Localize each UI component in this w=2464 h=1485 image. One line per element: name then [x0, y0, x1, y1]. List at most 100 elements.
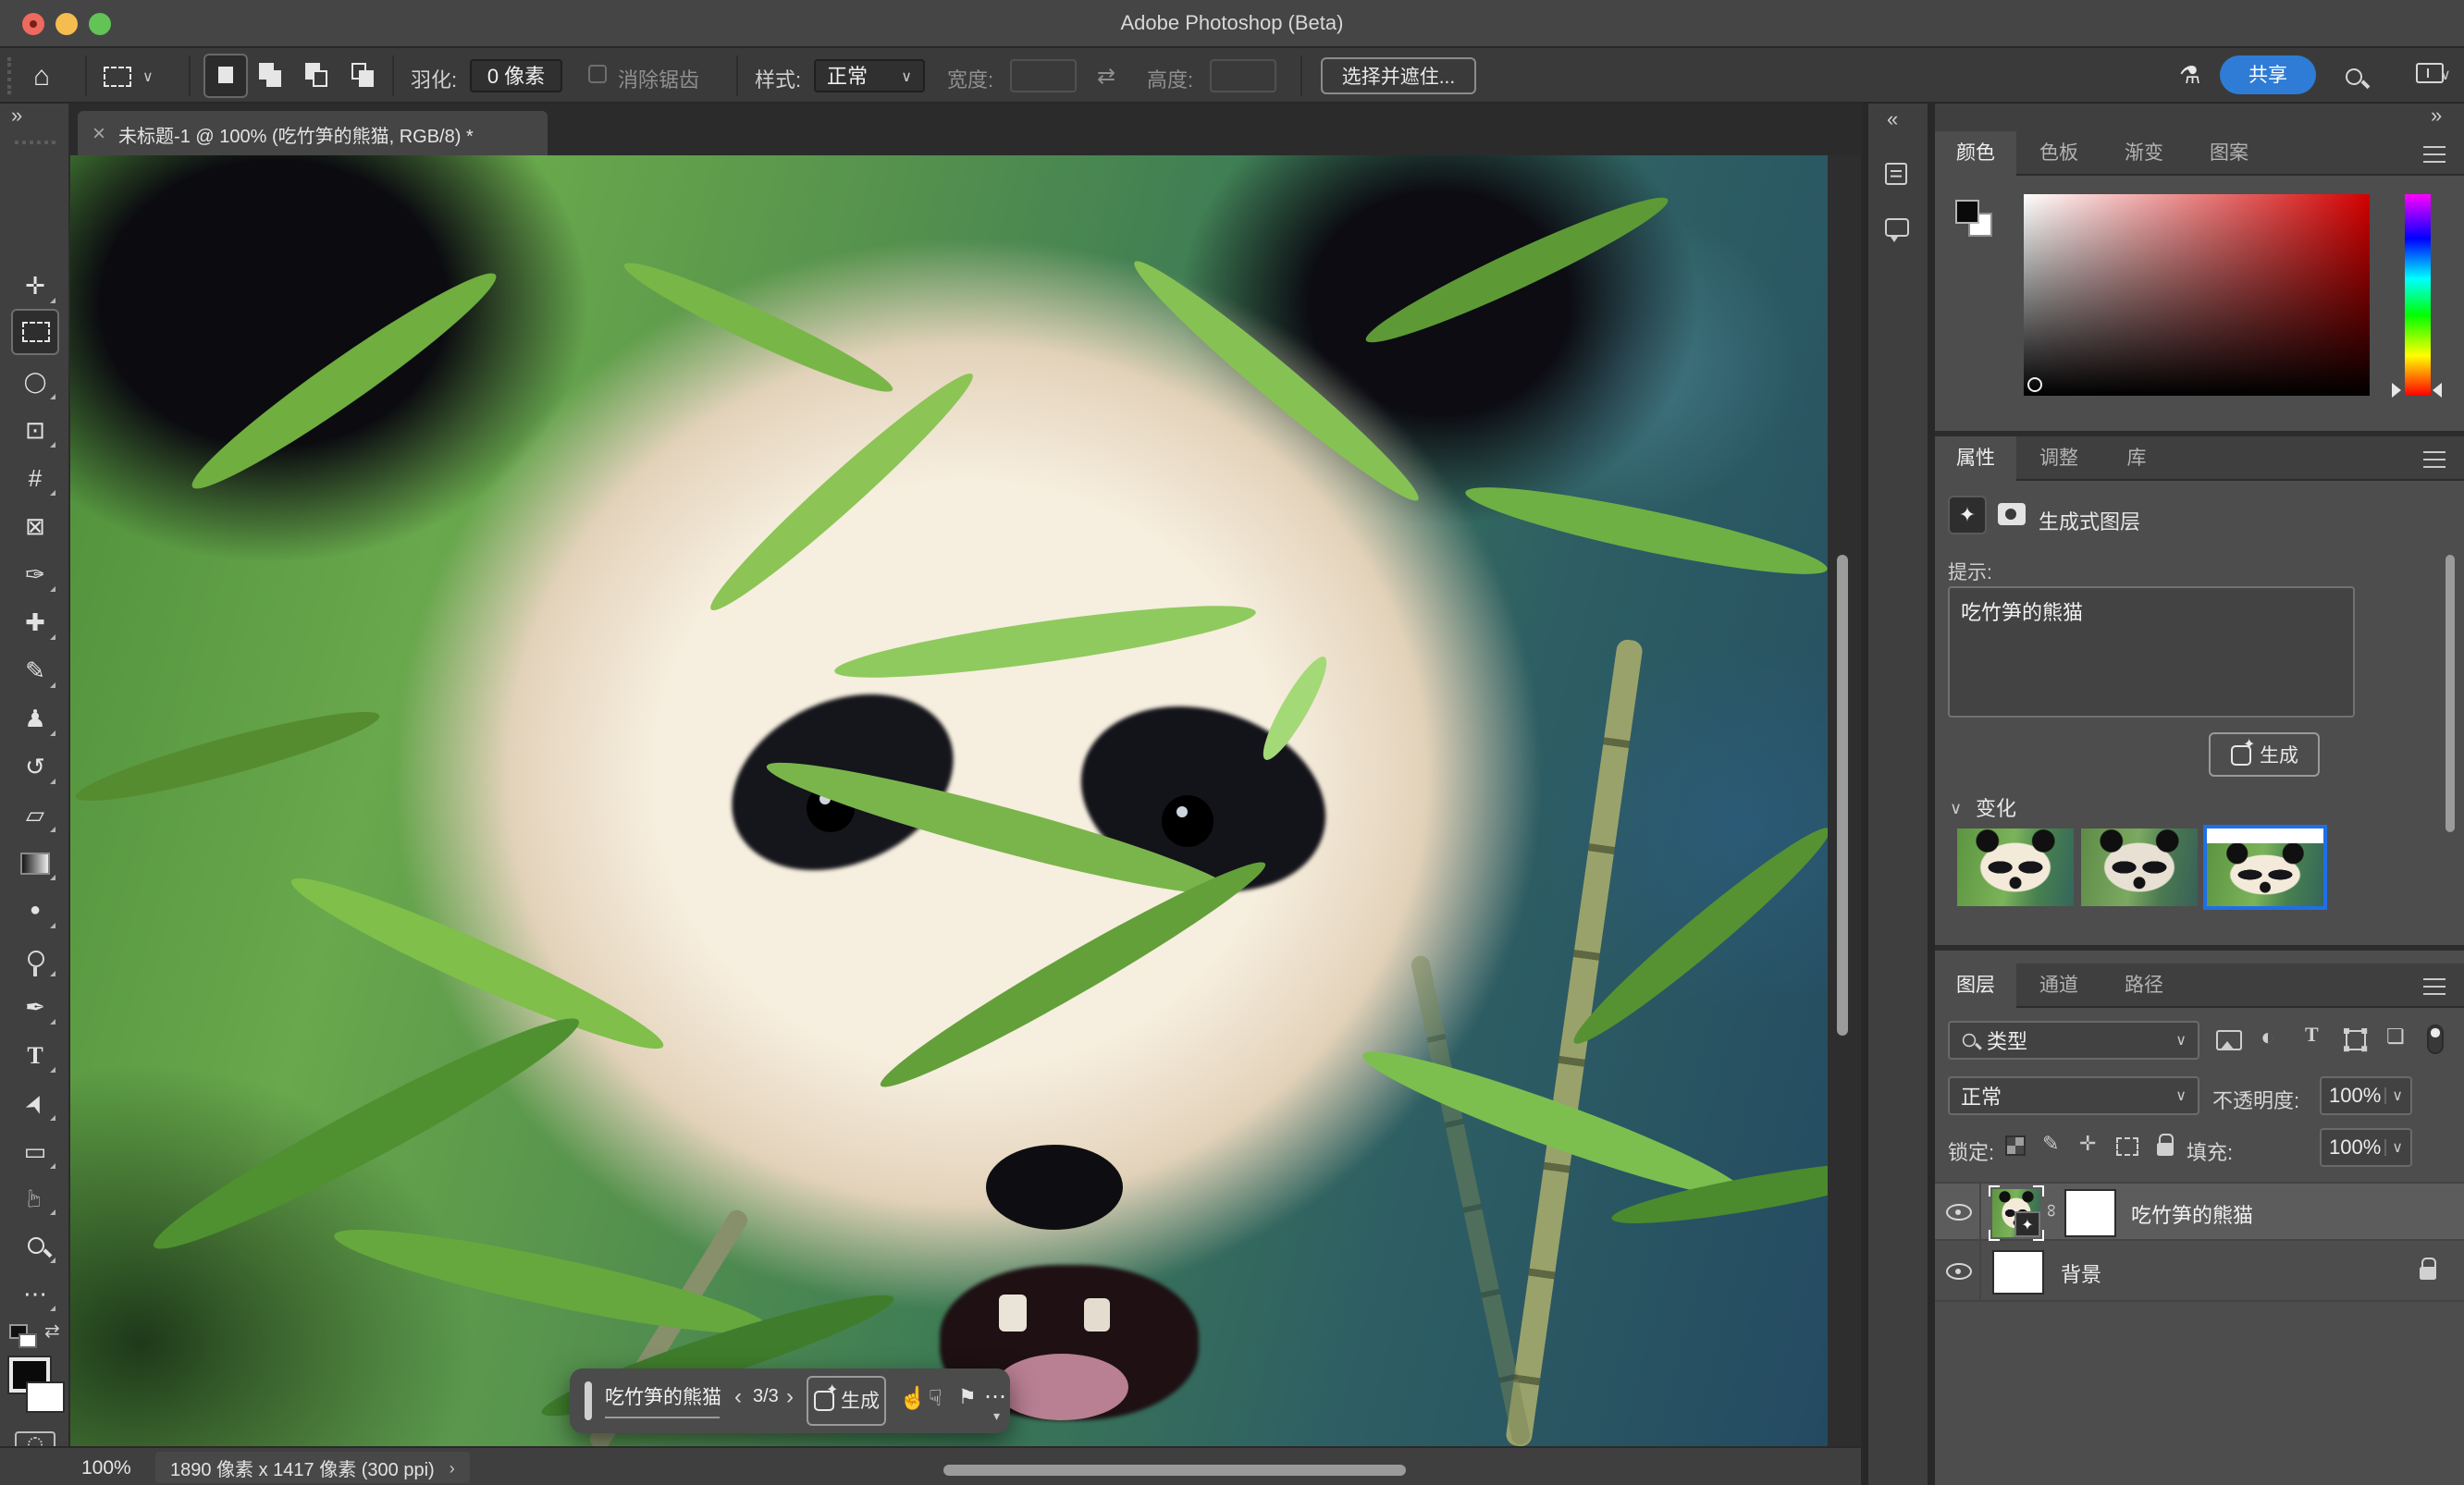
report-flag-icon[interactable]: ⚑ [958, 1385, 977, 1409]
filter-type-layers-icon[interactable]: T [2305, 1025, 2319, 1047]
thumbs-down-icon[interactable]: ☟ [929, 1385, 942, 1411]
panel-scrollbar[interactable] [2446, 555, 2455, 832]
tab-patterns[interactable]: 图案 [2187, 131, 2272, 176]
expand-panels-icon[interactable]: « [1887, 109, 1894, 131]
tool-blur[interactable]: ● [11, 890, 59, 932]
close-window-button[interactable] [22, 13, 44, 35]
tool-clone-stamp[interactable]: ♟ [11, 697, 59, 740]
collapse-panels-icon[interactable]: » [2431, 105, 2438, 128]
tool-rectangle-shape[interactable]: ▭ [11, 1130, 59, 1172]
tab-color[interactable]: 颜色 [1935, 131, 2016, 176]
previous-variation-icon[interactable]: ‹ [734, 1383, 742, 1409]
close-tab-icon[interactable]: × [92, 120, 105, 146]
fill-input[interactable]: 100% ∨ [2320, 1128, 2412, 1167]
selection-mode-new[interactable] [203, 54, 248, 98]
panel-menu-icon[interactable] [2423, 146, 2446, 163]
layer-thumbnail[interactable] [1992, 1250, 2044, 1295]
feather-input[interactable]: 0 像素 [470, 59, 562, 92]
width-input[interactable] [1010, 59, 1077, 92]
task-bar-grip[interactable] [585, 1381, 592, 1420]
tab-layers[interactable]: 图层 [1935, 963, 2016, 1008]
tab-paths[interactable]: 路径 [2101, 963, 2187, 1008]
vertical-scrollbar[interactable] [1837, 555, 1848, 1036]
zoom-level[interactable]: 100% [81, 1457, 131, 1479]
tool-path-selection[interactable]: ➤ [11, 1082, 59, 1124]
tab-channels[interactable]: 通道 [2016, 963, 2101, 1008]
selection-mode-intersect[interactable] [348, 61, 379, 94]
layer-filter-select[interactable]: 类型 ∨ [1948, 1021, 2199, 1060]
next-variation-icon[interactable]: › [786, 1383, 794, 1409]
blend-mode-select[interactable]: 正常 ∨ [1948, 1076, 2199, 1115]
home-button[interactable]: ⌂ [33, 57, 50, 94]
antialias-checkbox[interactable] [588, 65, 607, 83]
minimize-window-button[interactable] [55, 13, 78, 35]
variations-collapse-icon[interactable]: ∨ [1950, 799, 1962, 819]
variation-thumbnail-3-selected[interactable] [2203, 825, 2327, 910]
color-field-cursor[interactable] [2027, 377, 2042, 392]
tool-lasso[interactable]: ◯ [11, 361, 59, 403]
tool-gradient[interactable] [11, 841, 59, 884]
select-and-mask-button[interactable]: 选择并遮住... [1321, 57, 1476, 94]
task-bar-prompt-input[interactable]: 吃竹笋的熊猫 [605, 1383, 720, 1418]
mask-link-icon[interactable]: ∞ [2040, 1204, 2061, 1217]
tool-zoom[interactable] [11, 1224, 59, 1267]
filter-smart-objects-icon[interactable]: ❏ [2386, 1025, 2405, 1049]
tool-dodge[interactable] [11, 938, 59, 980]
tool-hand[interactable]: ☞ [11, 1176, 59, 1219]
tool-object-selection[interactable]: ⊡ [11, 409, 59, 451]
tab-adjustments[interactable]: 调整 [2016, 436, 2101, 481]
hue-slider-marker[interactable] [2392, 383, 2401, 398]
chevron-down-icon[interactable]: ∨ [2440, 67, 2451, 83]
tool-preset[interactable]: ∨ [104, 57, 154, 94]
variation-thumbnail-2[interactable] [2081, 828, 2198, 906]
lock-transparency-icon[interactable] [2005, 1135, 2026, 1156]
tool-history-brush[interactable]: ↺ [11, 745, 59, 788]
collapsed-panel-comments[interactable] [1885, 218, 1909, 242]
hue-slider[interactable] [2405, 194, 2431, 396]
prompt-textarea[interactable]: 吃竹笋的熊猫 [1948, 586, 2355, 718]
share-button[interactable]: 共享 [2220, 55, 2316, 94]
opacity-input[interactable]: 100% ∨ [2320, 1076, 2412, 1115]
height-input[interactable] [1210, 59, 1276, 92]
variation-thumbnail-1[interactable] [1957, 828, 2074, 906]
lock-position-icon[interactable]: ✛ [2079, 1132, 2096, 1156]
tool-crop[interactable]: # [11, 457, 59, 499]
tool-rectangular-marquee[interactable] [11, 309, 59, 355]
options-bar-grip[interactable] [7, 57, 13, 94]
lock-all-icon[interactable] [2157, 1143, 2174, 1156]
task-bar-generate-button[interactable]: ✦ 生成 [807, 1376, 886, 1426]
lock-artboard-icon[interactable] [2116, 1137, 2138, 1156]
foreground-color-chip[interactable] [1955, 200, 1979, 224]
zoom-window-button[interactable] [89, 13, 111, 35]
layer-visibility-icon[interactable] [1946, 1263, 1972, 1280]
tab-libraries[interactable]: 库 [2101, 436, 2172, 481]
toolbar-more-tools[interactable]: ⋯ [11, 1272, 59, 1315]
filter-pixel-layers-icon[interactable] [2216, 1030, 2242, 1050]
tool-type[interactable]: T [11, 1034, 59, 1076]
filter-toggle[interactable] [2427, 1025, 2444, 1054]
tool-pen[interactable]: ✒ [11, 986, 59, 1028]
tab-properties[interactable]: 属性 [1935, 436, 2016, 481]
panel-menu-icon[interactable] [2423, 451, 2446, 468]
background-color-swatch[interactable] [26, 1381, 65, 1413]
tool-healing-brush[interactable]: ✚ [11, 601, 59, 644]
selection-mode-add[interactable] [255, 61, 287, 94]
layer-mask-thumbnail[interactable] [2064, 1189, 2116, 1237]
generate-button[interactable]: ✦ 生成 [2209, 732, 2320, 777]
panel-menu-icon[interactable] [2423, 978, 2446, 995]
beta-flask-icon[interactable]: ⚗ [2179, 61, 2200, 91]
swap-dimensions-icon[interactable]: ⇄ [1097, 63, 1115, 89]
filter-adjustment-layers-icon[interactable]: ◐ [2261, 1023, 2275, 1050]
selection-mode-subtract[interactable] [302, 61, 333, 94]
layer-thumbnail[interactable]: ✦ [1992, 1189, 2040, 1237]
switch-colors-icon[interactable]: ⇄ [44, 1322, 60, 1343]
layer-name[interactable]: 吃竹笋的熊猫 [2131, 1200, 2253, 1230]
collapse-toolbar-icon[interactable]: » [11, 105, 18, 128]
tool-eraser[interactable]: ▱ [11, 793, 59, 836]
tab-swatches[interactable]: 色板 [2016, 131, 2101, 176]
layer-visibility-icon[interactable] [1946, 1204, 1972, 1221]
more-options-icon[interactable]: ⋯ [984, 1383, 1006, 1409]
tool-frame[interactable]: ⊠ [11, 505, 59, 547]
filter-shape-layers-icon[interactable] [2346, 1030, 2366, 1050]
tab-gradients[interactable]: 渐变 [2101, 131, 2187, 176]
